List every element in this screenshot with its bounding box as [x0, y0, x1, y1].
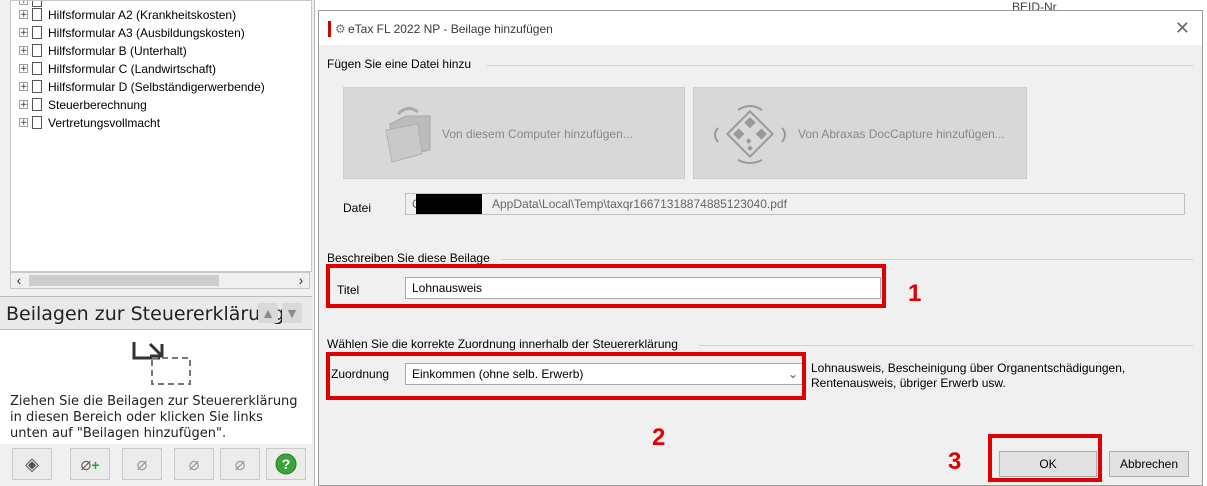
left-pane: + + Hilfsformular A2 (Krankheitskosten) … [0, 0, 315, 486]
tree-item-label: Steuerberechnung [48, 97, 147, 112]
datei-label: Datei [343, 201, 372, 215]
redaction-block [416, 194, 482, 214]
scrollbar-thumb[interactable] [29, 275, 219, 286]
tree-item[interactable]: + Steuerberechnung [19, 96, 147, 113]
attachment-add-icon: ⌀+ [80, 454, 100, 474]
document-icon [32, 26, 42, 39]
tree-item-label: Hilfsformular B (Unterhalt) [48, 43, 187, 58]
paperclip-icon: ⌀ [188, 454, 200, 474]
app-accent-bar [328, 21, 331, 37]
document-icon [32, 80, 42, 93]
expander-plus-icon[interactable]: + [19, 1, 28, 6]
add-attachment-dialog: ⚙ eTax FL 2022 NP - Beilage hinzufügen ✕… [318, 10, 1203, 486]
document-icon [32, 8, 42, 21]
svg-text:?: ? [282, 456, 291, 472]
datei-field: C: AppData\Local\Temp\taxqr1667131887488… [405, 193, 1185, 215]
dialog-title-bar[interactable]: ⚙ eTax FL 2022 NP - Beilage hinzufügen ✕ [319, 11, 1202, 45]
beilagen-title: Beilagen zur Steuererklärung [6, 303, 285, 325]
expander-plus-icon[interactable]: + [19, 118, 28, 128]
add-attachment-button[interactable]: ⌀+ [70, 448, 110, 480]
datei-value: AppData\Local\Temp\taxqr1667131887488512… [492, 197, 787, 211]
attachment-edit-button[interactable]: ⌀ [174, 448, 214, 480]
add-from-doccapture-label: Von Abraxas DocCapture hinzufügen... [798, 127, 1005, 141]
add-from-doccapture-button[interactable]: Von Abraxas DocCapture hinzufügen... [693, 87, 1027, 179]
tree-item-label: Hilfsformular C (Landwirtschaft) [48, 61, 217, 76]
scroll-right-icon[interactable]: › [293, 273, 309, 288]
qr-scan-icon [714, 105, 786, 164]
paperclip-icon: ⌀ [136, 454, 148, 474]
tree-item[interactable]: + Hilfsformular A3 (Ausbildungskosten) [19, 24, 245, 41]
help-icon: ? [275, 453, 297, 475]
app-icon: ⚙ [335, 22, 346, 36]
help-button[interactable]: ? [266, 448, 306, 480]
expander-plus-icon[interactable]: + [19, 10, 28, 20]
attachment-toolbar: ◈ ⌀+ ⌀ ⌀ ⌀ ? [8, 448, 308, 482]
attachment-button[interactable]: ⌀ [122, 448, 162, 480]
expander-plus-icon[interactable]: + [19, 28, 28, 38]
annotation-number-1: 1 [908, 280, 922, 307]
section-zuordnung-label: Wählen Sie die korrekte Zuordnung innerh… [327, 337, 678, 351]
tree-item[interactable]: + Hilfsformular B (Unterhalt) [19, 42, 187, 59]
beilagen-header: Beilagen zur Steuererklärung ▲ ▼ [0, 296, 312, 330]
zuordnung-description: Lohnausweis, Bescheinigung über Organent… [811, 361, 1126, 390]
divider [487, 65, 1193, 66]
tree-item-label: Hilfsformular A3 (Ausbildungskosten) [48, 25, 245, 40]
document-icon [32, 62, 42, 75]
attachment-drop-area[interactable]: Ziehen Sie die Beilagen zur Steuererklär… [0, 330, 312, 444]
annotation-box-1 [326, 264, 886, 308]
drop-target-icon [132, 342, 191, 385]
document-icon [32, 44, 42, 57]
tree-item-label: Vertretungsvollmacht [48, 115, 161, 130]
tree-item-label: Hilfsformular D (Selbständigerwerbende) [48, 79, 265, 94]
scroll-left-icon[interactable]: ‹ [11, 273, 27, 288]
expander-plus-icon[interactable]: + [19, 100, 28, 110]
scan-button[interactable]: ◈ [12, 448, 52, 480]
form-tree: + + Hilfsformular A2 (Krankheitskosten) … [10, 0, 312, 272]
add-from-computer-button[interactable]: Von diesem Computer hinzufügen... [343, 87, 685, 179]
section-describe-label: Beschreiben Sie diese Beilage [327, 251, 490, 265]
annotation-number-2: 2 [652, 424, 666, 451]
divider [501, 259, 1193, 260]
close-icon[interactable]: ✕ [1175, 18, 1190, 39]
tree-item[interactable]: + Vertretungsvollmacht [19, 114, 160, 131]
document-icon [32, 116, 42, 129]
folder-icon [385, 107, 431, 163]
expander-plus-icon[interactable]: + [19, 64, 28, 74]
horizontal-scrollbar[interactable]: ‹ › [10, 272, 310, 289]
annotation-box-2 [326, 352, 806, 400]
chevron-up-icon[interactable]: ▲ [258, 303, 278, 323]
dialog-title: eTax FL 2022 NP - Beilage hinzufügen [348, 22, 553, 36]
cancel-button[interactable]: Abbrechen [1109, 451, 1189, 477]
chevron-down-icon[interactable]: ▼ [282, 303, 302, 323]
section-add-file-label: Fügen Sie eine Datei hinzu [327, 57, 472, 71]
divider [699, 345, 1193, 346]
paperclip-icon: ⌀ [234, 454, 246, 474]
annotation-number-3: 3 [948, 448, 962, 475]
expander-plus-icon[interactable]: + [19, 82, 28, 92]
document-icon [32, 98, 42, 111]
annotation-box-3 [988, 434, 1102, 482]
tree-item[interactable]: + Hilfsformular A2 (Krankheitskosten) [19, 6, 236, 23]
tree-item[interactable]: + Hilfsformular C (Landwirtschaft) [19, 60, 216, 77]
drop-instructions: Ziehen Sie die Beilagen zur Steuererklär… [10, 394, 298, 441]
attachment-delete-button[interactable]: ⌀ [220, 448, 260, 480]
tree-item-label: Hilfsformular A2 (Krankheitskosten) [48, 7, 237, 22]
add-from-computer-label: Von diesem Computer hinzufügen... [442, 127, 633, 141]
expander-plus-icon[interactable]: + [19, 46, 28, 56]
tree-item[interactable]: + Hilfsformular D (Selbständigerwerbende… [19, 78, 265, 95]
scanner-icon: ◈ [25, 454, 39, 474]
